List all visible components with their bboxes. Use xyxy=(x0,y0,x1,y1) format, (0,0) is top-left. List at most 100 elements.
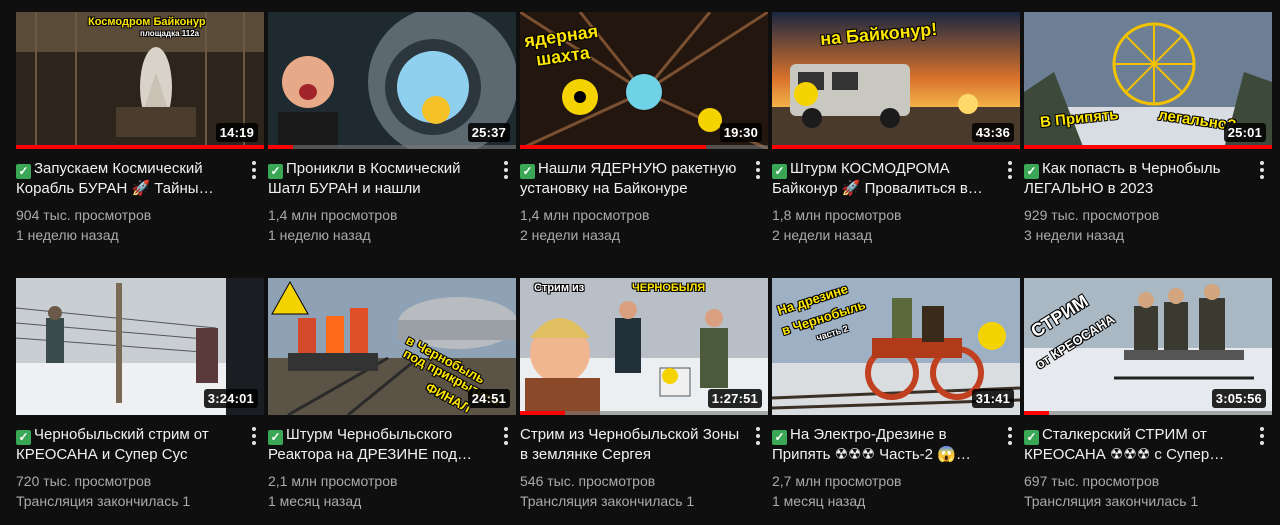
video-meta: ✓ Нашли ЯДЕРНУЮ ракетную установку на Бай… xyxy=(520,149,768,245)
dot-icon xyxy=(252,434,256,438)
video-stats: 2,1 млн просмотров 1 месяц назад xyxy=(268,471,516,511)
video-meta: ✓ Сталкерский СТРИМ от КРЕОСАНА ☢☢☢ с Суп… xyxy=(1024,415,1272,511)
upload-age: Трансляция закончилась 1 xyxy=(520,493,695,509)
video-stats: 697 тыс. просмотров Трансляция закончила… xyxy=(1024,471,1272,511)
video-card[interactable]: в Чернобыль под прикрытием ФИНАЛ 24:51 ✓… xyxy=(268,278,516,511)
dot-icon xyxy=(252,168,256,172)
video-card[interactable]: Стрим из ЧЕРНОБЫЛЯ 1:27:51 Стрим из Черн… xyxy=(520,278,768,511)
more-options-button[interactable] xyxy=(748,425,768,447)
dot-icon xyxy=(504,161,508,165)
video-thumbnail[interactable]: Стрим из ЧЕРНОБЫЛЯ 1:27:51 xyxy=(520,278,768,415)
more-options-button[interactable] xyxy=(1252,425,1272,447)
video-grid: Космодром Байконур площадка 112а 14:19 ✓… xyxy=(0,0,1280,525)
more-options-button[interactable] xyxy=(244,159,264,181)
view-count: 1,8 млн просмотров xyxy=(772,207,902,223)
upload-age: Трансляция закончилась 1 xyxy=(16,493,191,509)
video-thumbnail[interactable]: 3:24:01 xyxy=(16,278,264,415)
dot-icon xyxy=(756,175,760,179)
video-meta: ✓ Штурм Чернобыльского Реактора на ДРЕЗИН… xyxy=(268,415,516,511)
video-card[interactable]: На дрезине в Чернобыль часть 2 31:41 ✓ На… xyxy=(772,278,1020,511)
dot-icon xyxy=(1260,161,1264,165)
dot-icon xyxy=(504,168,508,172)
checkmark-icon: ✓ xyxy=(16,430,31,445)
duration-badge: 19:30 xyxy=(719,123,762,142)
dot-icon xyxy=(1008,161,1012,165)
video-meta: ✓ Проникли в Космический Шатл БУРАН и наш… xyxy=(268,149,516,245)
dot-icon xyxy=(756,441,760,445)
video-card[interactable]: 25:37 ✓ Проникли в Космический Шатл БУРАН… xyxy=(268,12,516,245)
video-title[interactable]: ✓ Нашли ЯДЕРНУЮ ракетную установку на Бай… xyxy=(520,159,768,199)
view-count: 2,1 млн просмотров xyxy=(268,473,398,489)
video-title[interactable]: ✓ Штурм КОСМОДРОМА Байконур 🚀 Провалиться… xyxy=(772,159,1020,199)
video-stats: 1,4 млн просмотров 1 неделю назад xyxy=(268,205,516,245)
dot-icon xyxy=(504,434,508,438)
duration-badge: 43:36 xyxy=(971,123,1014,142)
more-options-button[interactable] xyxy=(1000,425,1020,447)
more-options-button[interactable] xyxy=(1252,159,1272,181)
video-title[interactable]: ✓ Как попасть в Чернобыль ЛЕГАЛЬНО в 2023 xyxy=(1024,159,1272,199)
dot-icon xyxy=(756,168,760,172)
video-title-text: Штурм КОСМОДРОМА Байконур 🚀 Провалиться … xyxy=(772,160,968,197)
upload-age: 1 месяц назад xyxy=(268,493,362,509)
video-stats: 1,4 млн просмотров 2 недели назад xyxy=(520,205,768,245)
view-count: 1,4 млн просмотров xyxy=(520,207,650,223)
dot-icon xyxy=(1260,168,1264,172)
video-card[interactable]: В Припять легально? 25:01 ✓ Как попасть в… xyxy=(1024,12,1272,245)
more-options-button[interactable] xyxy=(496,425,516,447)
duration-badge: 1:27:51 xyxy=(707,389,762,408)
video-thumbnail[interactable]: 25:37 xyxy=(268,12,516,149)
video-title[interactable]: ✓ Запускаем Космический Корабль БУРАН 🚀 Т… xyxy=(16,159,264,199)
checkmark-icon: ✓ xyxy=(772,164,787,179)
dot-icon xyxy=(252,427,256,431)
more-options-button[interactable] xyxy=(496,159,516,181)
view-count: 697 тыс. просмотров xyxy=(1024,473,1160,489)
video-card[interactable]: ядерная шахта 19:30 ✓ Нашли ЯДЕРНУЮ ракет… xyxy=(520,12,768,245)
dot-icon xyxy=(1008,168,1012,172)
dot-icon xyxy=(756,434,760,438)
video-stats: 2,7 млн просмотров 1 месяц назад xyxy=(772,471,1020,511)
dot-icon xyxy=(1008,427,1012,431)
video-title[interactable]: Стрим из Чернобыльской Зоны в землянке С… xyxy=(520,425,768,465)
video-card[interactable]: 3:24:01 ✓ Чернобыльский стрим от КРЕОСАНА… xyxy=(16,278,264,511)
duration-badge: 25:37 xyxy=(467,123,510,142)
video-meta: ✓ Чернобыльский стрим от КРЕОСАНА и Супер… xyxy=(16,415,264,511)
video-card[interactable]: на Байконур! 43:36 ✓ Штурм КОСМОДРОМА Бай… xyxy=(772,12,1020,245)
video-thumbnail[interactable]: ядерная шахта 19:30 xyxy=(520,12,768,149)
video-stats: 720 тыс. просмотров Трансляция закончила… xyxy=(16,471,264,511)
video-title[interactable]: ✓ Штурм Чернобыльского Реактора на ДРЕЗИН… xyxy=(268,425,516,465)
video-thumbnail[interactable]: СТРИМ от КРЕОСАНА 3:05:56 xyxy=(1024,278,1272,415)
video-card[interactable]: СТРИМ от КРЕОСАНА 3:05:56 ✓ Сталкерский С… xyxy=(1024,278,1272,511)
checkmark-icon: ✓ xyxy=(520,164,535,179)
video-meta: Стрим из Чернобыльской Зоны в землянке С… xyxy=(520,415,768,511)
duration-badge: 31:41 xyxy=(971,389,1014,408)
upload-age: 1 неделю назад xyxy=(268,227,371,243)
video-thumbnail[interactable]: в Чернобыль под прикрытием ФИНАЛ 24:51 xyxy=(268,278,516,415)
dot-icon xyxy=(756,161,760,165)
duration-badge: 24:51 xyxy=(467,389,510,408)
video-card[interactable]: Космодром Байконур площадка 112а 14:19 ✓… xyxy=(16,12,264,245)
video-title-text: Штурм Чернобыльского Реактора на ДРЕЗИНЕ… xyxy=(268,426,458,463)
video-thumbnail[interactable]: на Байконур! 43:36 xyxy=(772,12,1020,149)
video-thumbnail[interactable]: Космодром Байконур площадка 112а 14:19 xyxy=(16,12,264,149)
more-options-button[interactable] xyxy=(244,425,264,447)
duration-badge: 14:19 xyxy=(215,123,258,142)
video-thumbnail[interactable]: В Припять легально? 25:01 xyxy=(1024,12,1272,149)
video-title-text: На Электро-Дрезине в Припять ☢☢☢ Часть-2… xyxy=(772,426,956,463)
upload-age: 1 неделю назад xyxy=(16,227,119,243)
video-title-text: Чернобыльский стрим от КРЕОСАНА и Супер … xyxy=(16,426,209,463)
upload-age: 2 недели назад xyxy=(772,227,872,243)
view-count: 904 тыс. просмотров xyxy=(16,207,152,223)
video-title[interactable]: ✓ Проникли в Космический Шатл БУРАН и наш… xyxy=(268,159,516,199)
video-title[interactable]: ✓ Чернобыльский стрим от КРЕОСАНА и Супер… xyxy=(16,425,264,465)
video-thumbnail[interactable]: На дрезине в Чернобыль часть 2 31:41 xyxy=(772,278,1020,415)
dot-icon xyxy=(1260,441,1264,445)
dot-icon xyxy=(504,175,508,179)
more-options-button[interactable] xyxy=(1000,159,1020,181)
video-title-text: Сталкерский СТРИМ от КРЕОСАНА ☢☢☢ с Супе… xyxy=(1024,426,1210,463)
view-count: 929 тыс. просмотров xyxy=(1024,207,1160,223)
video-title-text: Стрим из Чернобыльской Зоны в землянке С… xyxy=(520,426,740,463)
video-title[interactable]: ✓ Сталкерский СТРИМ от КРЕОСАНА ☢☢☢ с Суп… xyxy=(1024,425,1272,465)
video-stats: 546 тыс. просмотров Трансляция закончила… xyxy=(520,471,768,511)
video-title[interactable]: ✓ На Электро-Дрезине в Припять ☢☢☢ Часть-… xyxy=(772,425,1020,465)
more-options-button[interactable] xyxy=(748,159,768,181)
